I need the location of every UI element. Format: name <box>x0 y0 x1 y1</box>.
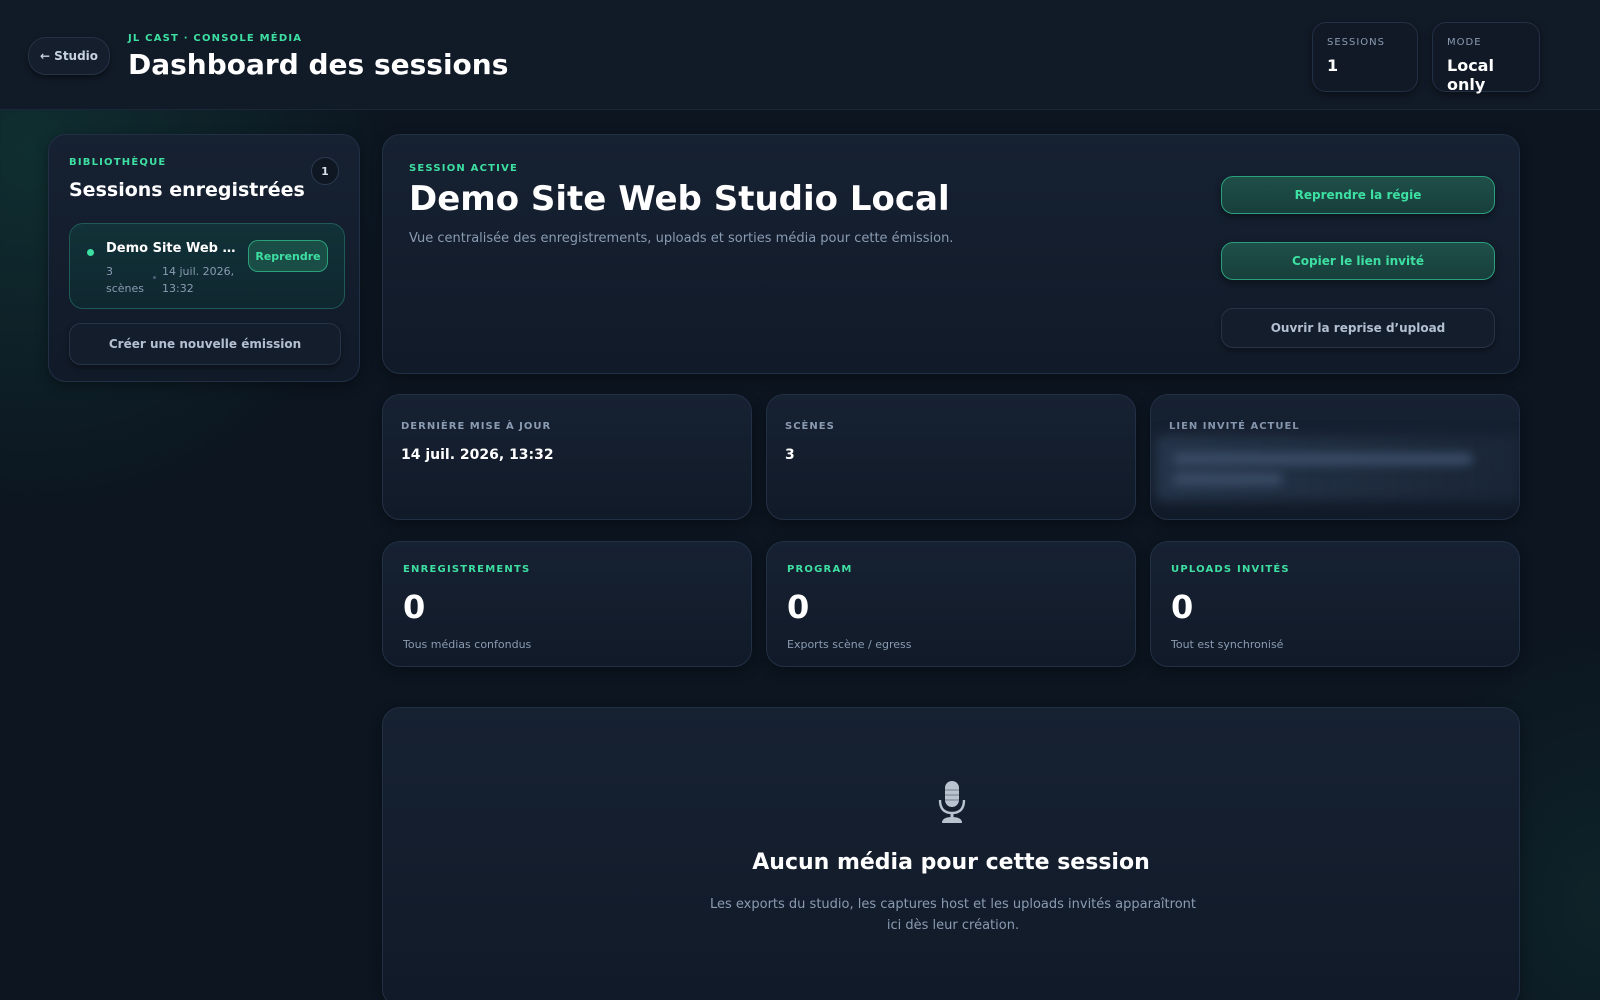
separator-dot <box>153 276 156 279</box>
active-status-dot <box>87 249 94 256</box>
recordings-metric-card: ENREGISTREMENTS 0 Tous médias confondus <box>382 541 752 667</box>
resume-control-room-button[interactable]: Reprendre la régie <box>1221 176 1495 214</box>
metric-caption: Tous médias confondus <box>403 638 532 651</box>
library-title: Sessions enregistrées <box>69 179 305 201</box>
scenes-card: SCÈNES 3 <box>766 394 1136 520</box>
back-to-studio-button[interactable]: ← Studio <box>28 37 110 75</box>
info-label: DERNIÈRE MISE À JOUR <box>401 421 552 432</box>
active-session-description: Vue centralisée des enregistrements, upl… <box>409 231 954 246</box>
mode-chip: MODE Local only <box>1432 22 1540 94</box>
chip-label: MODE <box>1447 37 1482 48</box>
blurred-text <box>1173 473 1283 485</box>
library-panel: BIBLIOTHÈQUE Sessions enregistrées 1 Dem… <box>48 134 360 382</box>
sessions-count-chip: SESSIONS 1 <box>1312 22 1418 92</box>
session-list-item[interactable]: Demo Site Web Studio Local 3 scènes 14 j… <box>69 223 345 309</box>
blurred-guest-link[interactable] <box>1155 435 1519 501</box>
chip-value: Local only <box>1447 56 1494 94</box>
guest-link-card: LIEN INVITÉ ACTUEL <box>1150 394 1520 520</box>
last-update-card: DERNIÈRE MISE À JOUR 14 juil. 2026, 13:3… <box>382 394 752 520</box>
metric-value: 0 <box>787 588 810 626</box>
session-scenes: 3 scènes <box>106 265 145 295</box>
info-label: SCÈNES <box>785 421 835 432</box>
session-name: Demo Site Web Studio Local <box>106 241 236 256</box>
metric-value: 0 <box>1171 588 1194 626</box>
blurred-text <box>1173 453 1473 465</box>
create-show-button[interactable]: Créer une nouvelle émission <box>69 323 341 365</box>
guest-uploads-metric-card: UPLOADS INVITÉS 0 Tout est synchronisé <box>1150 541 1520 667</box>
top-bar: ← Studio JL CAST · CONSOLE MÉDIA Dashboa… <box>0 0 1600 110</box>
metric-value: 0 <box>403 588 426 626</box>
chip-value: 1 <box>1327 56 1339 75</box>
active-session-eyebrow: SESSION ACTIVE <box>409 163 519 174</box>
metric-label: PROGRAM <box>787 564 853 575</box>
metric-caption: Tout est synchronisé <box>1171 638 1284 651</box>
metric-caption: Exports scène / egress <box>787 638 912 651</box>
empty-state-text: Les exports du studio, les captures host… <box>709 897 1196 933</box>
brand-eyebrow: JL CAST · CONSOLE MÉDIA <box>128 33 303 44</box>
library-count-badge: 1 <box>311 157 339 185</box>
open-upload-resume-button[interactable]: Ouvrir la reprise d’upload <box>1221 308 1495 348</box>
resume-session-button[interactable]: Reprendre <box>248 240 328 272</box>
session-date: 14 juil. 2026, 13:32 <box>162 265 235 295</box>
copy-guest-link-button[interactable]: Copier le lien invité <box>1221 242 1495 280</box>
chip-label: SESSIONS <box>1327 37 1386 48</box>
info-label: LIEN INVITÉ ACTUEL <box>1169 421 1300 432</box>
metric-label: UPLOADS INVITÉS <box>1171 564 1290 575</box>
metric-label: ENREGISTREMENTS <box>403 564 531 575</box>
active-session-panel: SESSION ACTIVE Demo Site Web Studio Loca… <box>382 134 1520 374</box>
active-session-title: Demo Site Web Studio Local <box>409 179 950 219</box>
info-value: 3 <box>785 447 795 463</box>
page-title: Dashboard des sessions <box>128 48 509 81</box>
microphone-icon <box>938 781 966 823</box>
media-empty-state: Aucun média pour cette session Les expor… <box>382 707 1520 1000</box>
library-eyebrow: BIBLIOTHÈQUE <box>69 157 167 168</box>
info-value: 14 juil. 2026, 13:32 <box>401 447 554 463</box>
empty-state-title: Aucun média pour cette session <box>752 850 1150 875</box>
program-metric-card: PROGRAM 0 Exports scène / egress <box>766 541 1136 667</box>
